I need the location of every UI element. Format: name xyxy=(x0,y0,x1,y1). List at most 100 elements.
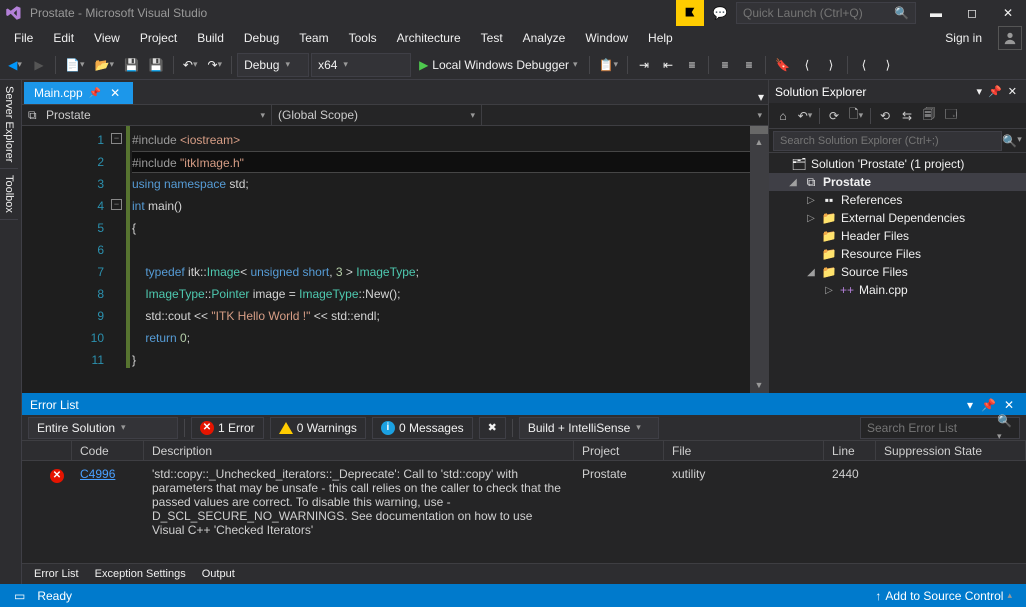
header-files-node[interactable]: 📁Header Files xyxy=(769,227,1026,245)
menu-edit[interactable]: Edit xyxy=(43,28,84,48)
fold-icon[interactable]: − xyxy=(111,199,122,210)
tb-bookmark[interactable]: 🔖 xyxy=(771,53,794,77)
source-control-button[interactable]: ↑Add to Source Control▴ xyxy=(869,589,1018,603)
external-deps-node[interactable]: ▷📁External Dependencies xyxy=(769,209,1026,227)
messages-filter-button[interactable]: i0 Messages xyxy=(372,417,473,439)
fold-icon[interactable]: − xyxy=(111,133,122,144)
warnings-filter-button[interactable]: 0 Warnings xyxy=(270,417,366,439)
menu-file[interactable]: File xyxy=(4,28,43,48)
notification-flag-icon[interactable] xyxy=(676,0,704,26)
error-scope-dropdown[interactable]: Entire Solution▾ xyxy=(28,417,178,439)
tab-error-list[interactable]: Error List xyxy=(26,566,87,582)
panel-menu-button[interactable]: ▾ xyxy=(974,85,986,98)
user-avatar-icon[interactable] xyxy=(998,26,1022,50)
tb-bm-end1[interactable]: ⟨ xyxy=(853,53,875,77)
menu-view[interactable]: View xyxy=(84,28,130,48)
col-code[interactable]: Code xyxy=(72,441,144,460)
col-project[interactable]: Project xyxy=(574,441,664,460)
open-file-button[interactable]: 📂▾ xyxy=(90,53,117,77)
save-all-button[interactable]: 💾 xyxy=(145,53,168,77)
menu-team[interactable]: Team xyxy=(289,28,338,48)
menu-window[interactable]: Window xyxy=(575,28,638,48)
se-home-icon[interactable]: ⌂ xyxy=(773,106,793,126)
col-description[interactable]: Description xyxy=(144,441,574,460)
tb-bm-next[interactable]: ⟩ xyxy=(820,53,842,77)
undo-button[interactable]: ↶▾ xyxy=(179,53,202,77)
menu-project[interactable]: Project xyxy=(130,28,187,48)
tb-bm-prev[interactable]: ⟨ xyxy=(796,53,818,77)
error-list-search[interactable]: 🔍▾ xyxy=(860,417,1020,439)
menu-test[interactable]: Test xyxy=(471,28,513,48)
col-suppression[interactable]: Suppression State xyxy=(876,441,1026,460)
solution-node[interactable]: 🗂Solution 'Prostate' (1 project) xyxy=(769,155,1026,173)
tab-output[interactable]: Output xyxy=(194,566,243,582)
code-editor[interactable]: 1− 2 3 4− 5 6 7 8 9 10 11 #includ xyxy=(22,126,768,393)
nav-scope-dropdown[interactable]: (Global Scope)▾ xyxy=(272,105,482,125)
platform-dropdown[interactable]: x64▾ xyxy=(311,53,411,77)
col-line[interactable]: Line xyxy=(824,441,876,460)
save-button[interactable]: 💾 xyxy=(120,53,143,77)
panel-pin-icon[interactable]: 📌 xyxy=(977,398,1000,412)
nav-member-dropdown[interactable]: ▾ xyxy=(482,105,768,125)
maximize-button[interactable]: ◻ xyxy=(956,0,988,26)
start-debugging-button[interactable]: ▶Local Windows Debugger▾ xyxy=(413,53,584,77)
se-refresh-icon[interactable]: ⟲ xyxy=(875,106,895,126)
nav-forward-button[interactable]: ▶ xyxy=(28,53,50,77)
tb-step-2[interactable]: ⇤ xyxy=(657,53,679,77)
toolbox-tab[interactable]: Toolbox xyxy=(0,169,18,220)
nav-back-button[interactable]: ◀▾ xyxy=(4,53,26,77)
filter-clear-button[interactable]: ✖ xyxy=(479,417,506,439)
tb-comment[interactable]: ≡ xyxy=(714,53,736,77)
menu-analyze[interactable]: Analyze xyxy=(513,28,576,48)
project-node[interactable]: ◢⧉Prostate xyxy=(769,173,1026,191)
tb-uncomment[interactable]: ≡ xyxy=(738,53,760,77)
panel-menu-button[interactable]: ▾ xyxy=(963,398,977,412)
se-pending-icon[interactable]: 🗋▾ xyxy=(846,106,866,126)
errors-filter-button[interactable]: ✕1 Error xyxy=(191,417,264,439)
server-explorer-tab[interactable]: Server Explorer xyxy=(0,80,18,169)
build-mode-dropdown[interactable]: Build + IntelliSense▾ xyxy=(519,417,659,439)
se-show-all-icon[interactable]: 🗐 xyxy=(919,106,939,126)
code-content[interactable]: #include <iostream> #include "itkImage.h… xyxy=(132,126,750,393)
menu-tools[interactable]: Tools xyxy=(339,28,387,48)
se-search-input[interactable] xyxy=(773,131,1002,151)
pin-icon[interactable]: 📌 xyxy=(89,88,101,99)
se-sync-icon[interactable]: ⟳ xyxy=(824,106,844,126)
menu-debug[interactable]: Debug xyxy=(234,28,289,48)
panel-close-icon[interactable]: ✕ xyxy=(1005,85,1020,98)
col-file[interactable]: File xyxy=(664,441,824,460)
se-back-icon[interactable]: ↶▾ xyxy=(795,106,815,126)
document-tab-main-cpp[interactable]: Main.cpp 📌 ✕ xyxy=(24,82,133,104)
feedback-icon[interactable]: 💬 xyxy=(708,1,732,25)
split-handle-icon[interactable] xyxy=(750,126,768,134)
source-files-node[interactable]: ◢📁Source Files xyxy=(769,263,1026,281)
solution-tree[interactable]: 🗂Solution 'Prostate' (1 project) ◢⧉Prost… xyxy=(769,153,1026,393)
new-project-button[interactable]: 📄▾ xyxy=(61,53,88,77)
close-tab-icon[interactable]: ✕ xyxy=(107,86,123,100)
error-row[interactable]: ✕ C4996 'std::copy::_Unchecked_iterators… xyxy=(22,461,1026,543)
menu-build[interactable]: Build xyxy=(187,28,234,48)
se-properties-icon[interactable]: 🗔 xyxy=(941,106,961,126)
quick-launch-field[interactable] xyxy=(743,6,893,20)
sign-in-link[interactable]: Sign in xyxy=(935,28,992,48)
nav-project-dropdown[interactable]: ⧉Prostate▾ xyxy=(22,105,272,125)
configuration-dropdown[interactable]: Debug▾ xyxy=(237,53,309,77)
tb-misc-1[interactable]: 📋▾ xyxy=(595,53,622,77)
tb-bm-end2[interactable]: ⟩ xyxy=(877,53,899,77)
panel-pin-icon[interactable]: 📌 xyxy=(985,85,1005,98)
panel-close-icon[interactable]: ✕ xyxy=(1000,398,1018,412)
menu-help[interactable]: Help xyxy=(638,28,683,48)
error-table-header[interactable]: Code Description Project File Line Suppr… xyxy=(22,441,1026,461)
minimize-button[interactable]: ▬ xyxy=(920,0,952,26)
status-window-icon[interactable]: ▭ xyxy=(8,589,31,603)
redo-button[interactable]: ↷▾ xyxy=(203,53,226,77)
quick-launch-input[interactable]: 🔍 xyxy=(736,2,916,24)
tb-step-3[interactable]: ≡ xyxy=(681,53,703,77)
tab-overflow-button[interactable]: ▾ xyxy=(754,90,768,104)
se-collapse-icon[interactable]: ⇆ xyxy=(897,106,917,126)
tb-step-1[interactable]: ⇥ xyxy=(633,53,655,77)
menu-architecture[interactable]: Architecture xyxy=(387,28,471,48)
references-node[interactable]: ▷▪▪References xyxy=(769,191,1026,209)
file-main-cpp[interactable]: ▷++Main.cpp xyxy=(769,281,1026,299)
resource-files-node[interactable]: 📁Resource Files xyxy=(769,245,1026,263)
